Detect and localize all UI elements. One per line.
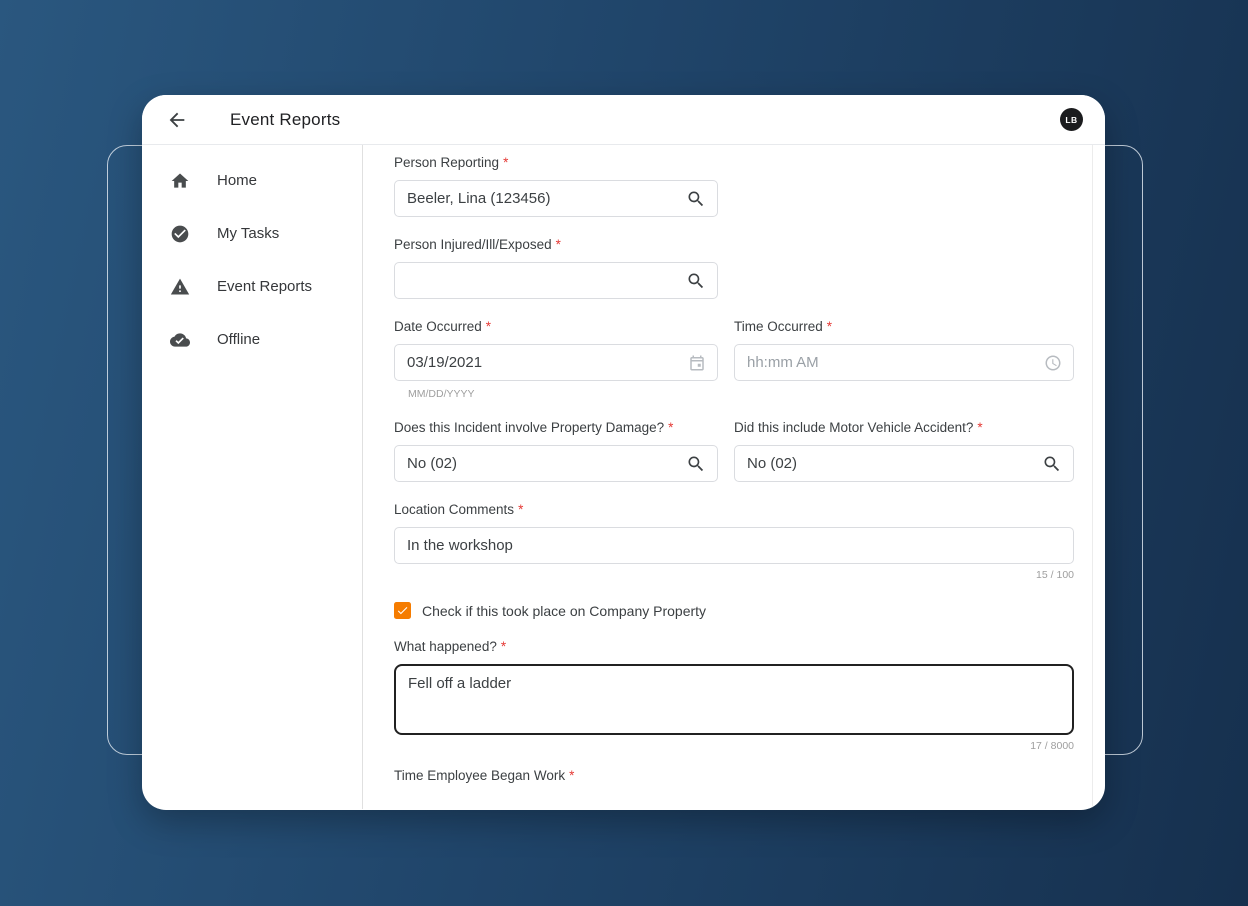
scrollbar-track[interactable] xyxy=(1092,145,1093,809)
motor-vehicle-label: Did this include Motor Vehicle Accident?… xyxy=(734,420,1074,436)
sidebar-item-label: My Tasks xyxy=(217,225,279,242)
property-damage-field xyxy=(394,445,718,482)
person-injured-label: Person Injured/Ill/Exposed* xyxy=(394,237,1075,253)
app-bar: Event Reports LB xyxy=(142,95,1105,145)
back-arrow-icon xyxy=(166,109,188,131)
search-icon xyxy=(1042,454,1062,474)
date-format-helper: MM/DD/YYYY xyxy=(408,388,718,400)
person-injured-input[interactable] xyxy=(407,272,686,289)
date-occurred-field xyxy=(394,344,718,381)
sidebar-item-offline[interactable]: Offline xyxy=(142,313,362,366)
avatar[interactable]: LB xyxy=(1060,108,1083,131)
company-property-checkbox-label: Check if this took place on Company Prop… xyxy=(422,603,706,619)
calendar-icon xyxy=(688,354,706,372)
warning-icon xyxy=(170,277,190,297)
clock-icon xyxy=(1044,354,1062,372)
company-property-checkbox-row[interactable]: Check if this took place on Company Prop… xyxy=(394,602,1074,619)
card-body: Home My Tasks Event Reports Offline xyxy=(142,145,1105,809)
back-button[interactable] xyxy=(164,107,190,133)
person-reporting-input[interactable] xyxy=(407,190,686,207)
location-comments-input[interactable] xyxy=(407,537,1062,554)
sidebar-item-label: Event Reports xyxy=(217,278,312,295)
person-reporting-label: Person Reporting* xyxy=(394,155,1075,171)
sidebar: Home My Tasks Event Reports Offline xyxy=(142,145,363,809)
sidebar-item-label: Home xyxy=(217,172,257,189)
search-icon xyxy=(686,189,706,209)
sidebar-item-event-reports[interactable]: Event Reports xyxy=(142,260,362,313)
location-comments-counter: 15 / 100 xyxy=(394,569,1074,581)
date-occurred-label: Date Occurred* xyxy=(394,319,718,335)
person-injured-search-button[interactable] xyxy=(686,271,706,291)
motor-vehicle-search-button[interactable] xyxy=(1042,454,1062,474)
search-icon xyxy=(686,454,706,474)
motor-vehicle-input[interactable] xyxy=(747,455,1042,472)
event-reports-window: Event Reports LB Home My Tasks xyxy=(142,95,1105,810)
home-icon xyxy=(170,171,190,191)
time-occurred-field xyxy=(734,344,1074,381)
sidebar-item-my-tasks[interactable]: My Tasks xyxy=(142,207,362,260)
date-occurred-input[interactable] xyxy=(407,354,688,371)
check-circle-icon xyxy=(170,224,190,244)
what-happened-label: What happened?* xyxy=(394,639,1075,655)
page-title: Event Reports xyxy=(230,110,340,130)
location-comments-field xyxy=(394,527,1074,564)
time-picker-button[interactable] xyxy=(1044,354,1062,372)
search-icon xyxy=(686,271,706,291)
time-began-work-label: Time Employee Began Work* xyxy=(394,768,1075,784)
location-comments-label: Location Comments* xyxy=(394,502,1075,518)
what-happened-counter: 17 / 8000 xyxy=(394,740,1074,752)
person-injured-field xyxy=(394,262,718,299)
property-damage-input[interactable] xyxy=(407,455,686,472)
cloud-done-icon xyxy=(170,330,190,350)
property-damage-label: Does this Incident involve Property Dama… xyxy=(394,420,718,436)
form-area: Person Reporting* Person Injured/Ill/Exp… xyxy=(363,145,1105,809)
person-reporting-field xyxy=(394,180,718,217)
avatar-initials: LB xyxy=(1065,115,1077,125)
person-reporting-search-button[interactable] xyxy=(686,189,706,209)
time-occurred-input[interactable] xyxy=(747,354,1044,371)
time-occurred-label: Time Occurred* xyxy=(734,319,1074,335)
motor-vehicle-field xyxy=(734,445,1074,482)
date-picker-button[interactable] xyxy=(688,354,706,372)
sidebar-item-label: Offline xyxy=(217,331,260,348)
company-property-checkbox[interactable] xyxy=(394,602,411,619)
property-damage-search-button[interactable] xyxy=(686,454,706,474)
sidebar-item-home[interactable]: Home xyxy=(142,154,362,207)
what-happened-textarea[interactable]: Fell off a ladder xyxy=(394,664,1074,735)
check-icon xyxy=(396,604,409,617)
